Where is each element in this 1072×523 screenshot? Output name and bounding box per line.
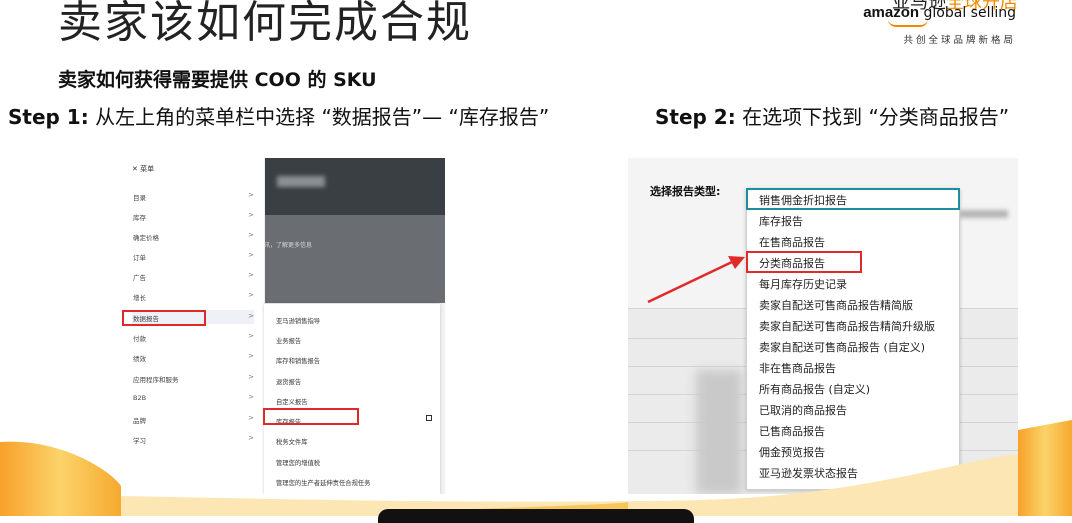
logo-amazon-text: amazon global selling	[863, 4, 1016, 21]
logo-global-selling: global selling	[923, 5, 1016, 21]
step-2-instruction: Step 2: 在选项下找到 “分类商品报告”	[655, 101, 1009, 130]
decorative-wave	[0, 420, 1072, 516]
chevron-right-icon: >	[248, 231, 254, 239]
step-1-instruction: Step 1: 从左上角的菜单栏中选择 “数据报告”— “库存报告”	[8, 101, 549, 130]
menu-header[interactable]: ✕ 菜单	[132, 164, 154, 174]
background-text: 讯，了解更多信息	[264, 242, 313, 249]
menu-item-label: 订单	[133, 254, 146, 262]
submenu-item-inventory-sales-reports[interactable]: 库存和销售报告	[276, 356, 320, 365]
menu-item-label: 广告	[133, 274, 146, 282]
step-1-text: 从左上角的菜单栏中选择 “数据报告”— “库存报告”	[88, 105, 550, 129]
menu-item-orders[interactable]: 订单 >	[132, 249, 254, 263]
submenu-item-return-reports[interactable]: 退货报告	[276, 377, 301, 386]
page-title: 卖家该如何完成合规	[58, 0, 472, 48]
chevron-right-icon: >	[248, 271, 254, 279]
menu-item-pricing[interactable]: 确定价格 >	[132, 229, 254, 243]
menu-item-label: 绩效	[133, 355, 146, 363]
chevron-right-icon: >	[248, 352, 254, 360]
submenu-item-selling-coach[interactable]: 亚马逊销售指导	[276, 316, 320, 325]
chevron-right-icon: >	[248, 251, 254, 259]
reports-highlight-box	[122, 310, 206, 326]
menu-item-label: 目录	[133, 194, 146, 202]
chevron-right-icon: >	[248, 332, 254, 340]
menu-item-label: 应用程序和服务	[133, 376, 179, 384]
amazon-smile-icon	[888, 19, 928, 27]
menu-item-inventory[interactable]: 库存 >	[132, 209, 254, 223]
chevron-right-icon: >	[248, 312, 254, 320]
amazon-global-selling-logo: 亚马逊全球开店 amazon global selling 共创全球品牌新格局	[863, 0, 1018, 50]
menu-item-performance[interactable]: 绩效 >	[132, 350, 254, 364]
blurred-content	[277, 176, 325, 187]
chevron-right-icon: >	[248, 191, 254, 199]
menu-item-label: 付款	[133, 335, 146, 343]
chevron-right-icon: >	[248, 211, 254, 219]
menu-item-growth[interactable]: 增长 >	[132, 289, 254, 303]
bottom-bar	[378, 509, 694, 523]
menu-item-label: 确定价格	[133, 234, 159, 242]
menu-item-label: 增长	[133, 294, 146, 302]
menu-item-payments[interactable]: 付款 >	[132, 330, 254, 344]
chevron-right-icon: >	[248, 291, 254, 299]
submenu-item-business-reports[interactable]: 业务报告	[276, 336, 301, 345]
menu-item-advertising[interactable]: 广告 >	[132, 269, 254, 283]
menu-item-catalog[interactable]: 目录 >	[132, 189, 254, 203]
step-1-label: Step 1:	[8, 105, 89, 129]
chevron-right-icon: >	[248, 373, 254, 381]
section-subtitle: 卖家如何获得需要提供 COO 的 SKU	[58, 69, 377, 91]
step-2-text: 在选项下找到 “分类商品报告”	[735, 105, 1010, 129]
page-overlay	[264, 215, 445, 303]
logo-tagline: 共创全球品牌新格局	[903, 35, 1016, 46]
step-2-label: Step 2:	[655, 105, 736, 129]
menu-item-label: 库存	[133, 214, 146, 222]
menu-item-apps-services[interactable]: 应用程序和服务 >	[132, 371, 254, 385]
